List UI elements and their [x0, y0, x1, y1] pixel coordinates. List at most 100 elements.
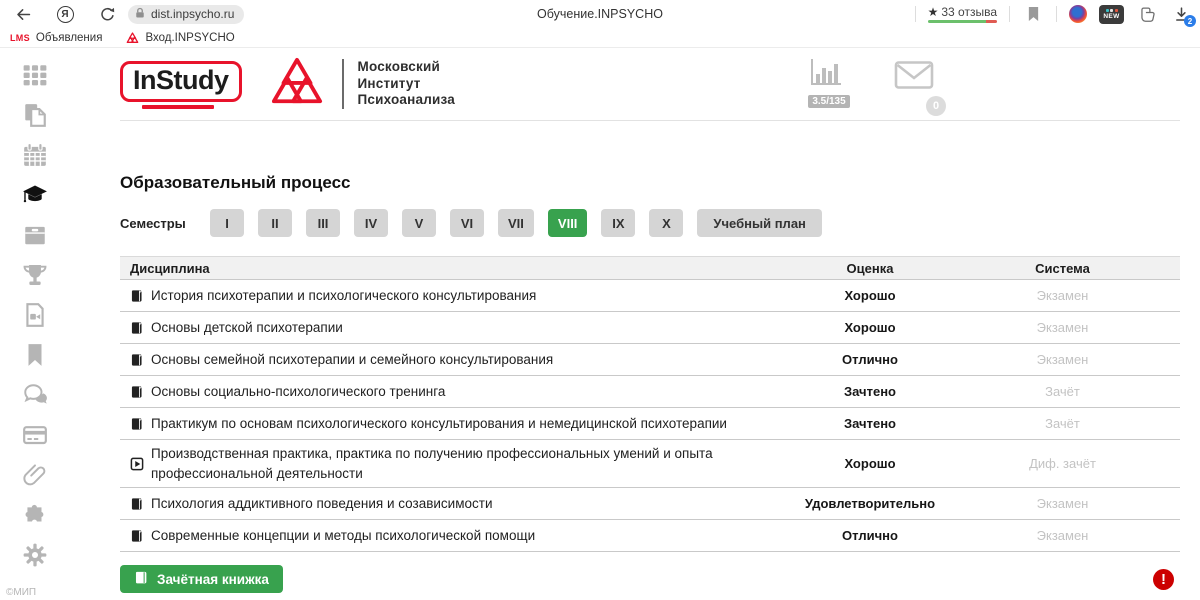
grade-value: Хорошо [785, 456, 955, 471]
refresh-button[interactable] [96, 3, 118, 25]
toolbar-divider [1009, 6, 1010, 22]
sidebar-item-attachments[interactable] [22, 464, 49, 491]
discipline-name: Основы семейной психотерапии и семейного… [151, 350, 553, 370]
gradebook-button[interactable]: Зачётная книжка [120, 565, 283, 593]
back-button[interactable] [12, 3, 34, 25]
new-extension-icon[interactable]: NEW [1099, 5, 1124, 24]
book-icon [130, 497, 144, 511]
sidebar-item-payments[interactable] [22, 424, 49, 451]
sidebar-item-education[interactable] [22, 184, 49, 211]
site-reviews-button[interactable]: ★ 33 отзыва [928, 5, 997, 23]
grading-system: Экзамен [955, 352, 1170, 367]
rating-bar [928, 20, 997, 23]
discipline-cell[interactable]: Основы детской психотерапии [130, 314, 785, 342]
calendar-icon [22, 142, 48, 173]
semester-button-IX[interactable]: IX [601, 209, 635, 237]
address-bar[interactable]: dist.inpsycho.ru [128, 5, 244, 24]
discipline-cell[interactable]: Основы семейной психотерапии и семейного… [130, 346, 785, 374]
semesters-label: Семестры [120, 216, 210, 231]
curriculum-button[interactable]: Учебный план [697, 209, 821, 237]
bookmark-item[interactable]: Вход.INPSYCHO [126, 32, 234, 44]
lock-icon [134, 7, 146, 22]
bookmark-icon [22, 342, 48, 373]
semester-button-VII[interactable]: VII [498, 209, 534, 237]
lms-favicon: LMS [10, 33, 30, 43]
table-row: Основы семейной психотерапии и семейного… [120, 344, 1180, 376]
semester-button-V[interactable]: V [402, 209, 436, 237]
sidebar-item-bookmarks[interactable] [22, 344, 49, 371]
grading-system: Экзамен [955, 320, 1170, 335]
discipline-cell[interactable]: История психотерапии и психологического … [130, 282, 785, 310]
grading-system: Экзамен [955, 288, 1170, 303]
discipline-name: Производственная практика, практика по п… [151, 444, 785, 483]
instudy-logo-text: InStudy [133, 65, 229, 95]
yandex-browser-icon[interactable]: Я [54, 3, 76, 25]
grading-system: Экзамен [955, 528, 1170, 543]
column-grade: Оценка [785, 261, 955, 276]
header-divider [342, 59, 344, 109]
semester-button-II[interactable]: II [258, 209, 292, 237]
tab-title: Обучение.INPSYCHO [537, 7, 663, 21]
book-icon [130, 529, 144, 543]
semester-button-I[interactable]: I [210, 209, 244, 237]
grade-value: Зачтено [785, 384, 955, 399]
sidebar-item-messages[interactable] [22, 384, 49, 411]
column-discipline: Дисциплина [130, 261, 785, 276]
collections-icon[interactable] [1136, 3, 1158, 25]
institute-name-line: Психоанализа [358, 92, 455, 108]
sidebar-item-dashboard[interactable] [22, 64, 49, 91]
sidebar-item-schedule[interactable] [22, 144, 49, 171]
new-badge: NEW [1103, 13, 1119, 20]
credit-card-icon [22, 422, 48, 453]
discipline-cell[interactable]: Психология аддиктивного поведения и соза… [130, 490, 785, 518]
discipline-cell[interactable]: Основы социально-психологического тренин… [130, 378, 785, 406]
bookmark-flag-icon[interactable] [1022, 3, 1044, 25]
table-row: Психология аддиктивного поведения и соза… [120, 488, 1180, 520]
semester-button-IV[interactable]: IV [354, 209, 388, 237]
downloads-button[interactable]: 2 [1170, 3, 1192, 25]
grade-value: Хорошо [785, 288, 955, 303]
semester-switcher: Семестры IIIIIIIVVVIVIIVIIIIXXУчебный пл… [120, 209, 1180, 237]
semester-button-VI[interactable]: VI [450, 209, 484, 237]
gradebook-book-icon [134, 570, 149, 588]
site-header: InStudy МосковскийИнститутПсихоанализа 3… [120, 48, 1180, 121]
discipline-cell[interactable]: Практикум по основам психологического ко… [130, 410, 785, 438]
discipline-name: Практикум по основам психологического ко… [151, 414, 727, 434]
bookmark-label: Вход.INPSYCHO [145, 32, 234, 44]
semester-button-III[interactable]: III [306, 209, 340, 237]
stats-chart-icon[interactable]: 3.5/135 [808, 56, 850, 108]
bookmark-label: Объявления [36, 32, 103, 44]
mail-icon[interactable]: 0 [894, 60, 934, 108]
grade-value: Отлично [785, 352, 955, 367]
sidebar-item-services[interactable] [22, 504, 49, 531]
apps-grid-icon [22, 62, 48, 93]
profile-avatar[interactable] [1069, 5, 1087, 23]
trophy-icon [22, 262, 48, 293]
video-file-icon [22, 302, 48, 333]
sidebar-item-settings[interactable] [22, 544, 49, 571]
alert-icon[interactable]: ! [1153, 569, 1174, 590]
institute-name-line: Московский [358, 59, 455, 75]
book-icon [130, 417, 144, 431]
reviews-label: 33 отзыва [941, 5, 997, 19]
bookmark-item[interactable]: LMS Объявления [10, 32, 102, 44]
page-title: Образовательный процесс [120, 173, 1180, 193]
discipline-cell[interactable]: Современные концепции и методы психологи… [130, 522, 785, 550]
sidebar-item-archive[interactable] [22, 224, 49, 251]
semester-button-VIII[interactable]: VIII [548, 209, 588, 237]
discipline-name: Современные концепции и методы психологи… [151, 526, 535, 546]
book-icon [130, 385, 144, 399]
semester-button-X[interactable]: X [649, 209, 683, 237]
table-row: Производственная практика, практика по п… [120, 440, 1180, 488]
sidebar-item-achievements[interactable] [22, 264, 49, 291]
sidebar-item-documents[interactable] [22, 104, 49, 131]
table-row: Основы социально-психологического тренин… [120, 376, 1180, 408]
instudy-logo[interactable]: InStudy [120, 61, 242, 109]
bookmarks-bar: LMS Объявления Вход.INPSYCHO [0, 28, 1200, 48]
discipline-cell[interactable]: Производственная практика, практика по п… [130, 440, 785, 487]
table-row: История психотерапии и психологического … [120, 280, 1180, 312]
book-icon [130, 289, 144, 303]
grade-value: Удовлетворительно [785, 496, 955, 511]
sidebar-item-video-materials[interactable] [22, 304, 49, 331]
book-icon [130, 353, 144, 367]
